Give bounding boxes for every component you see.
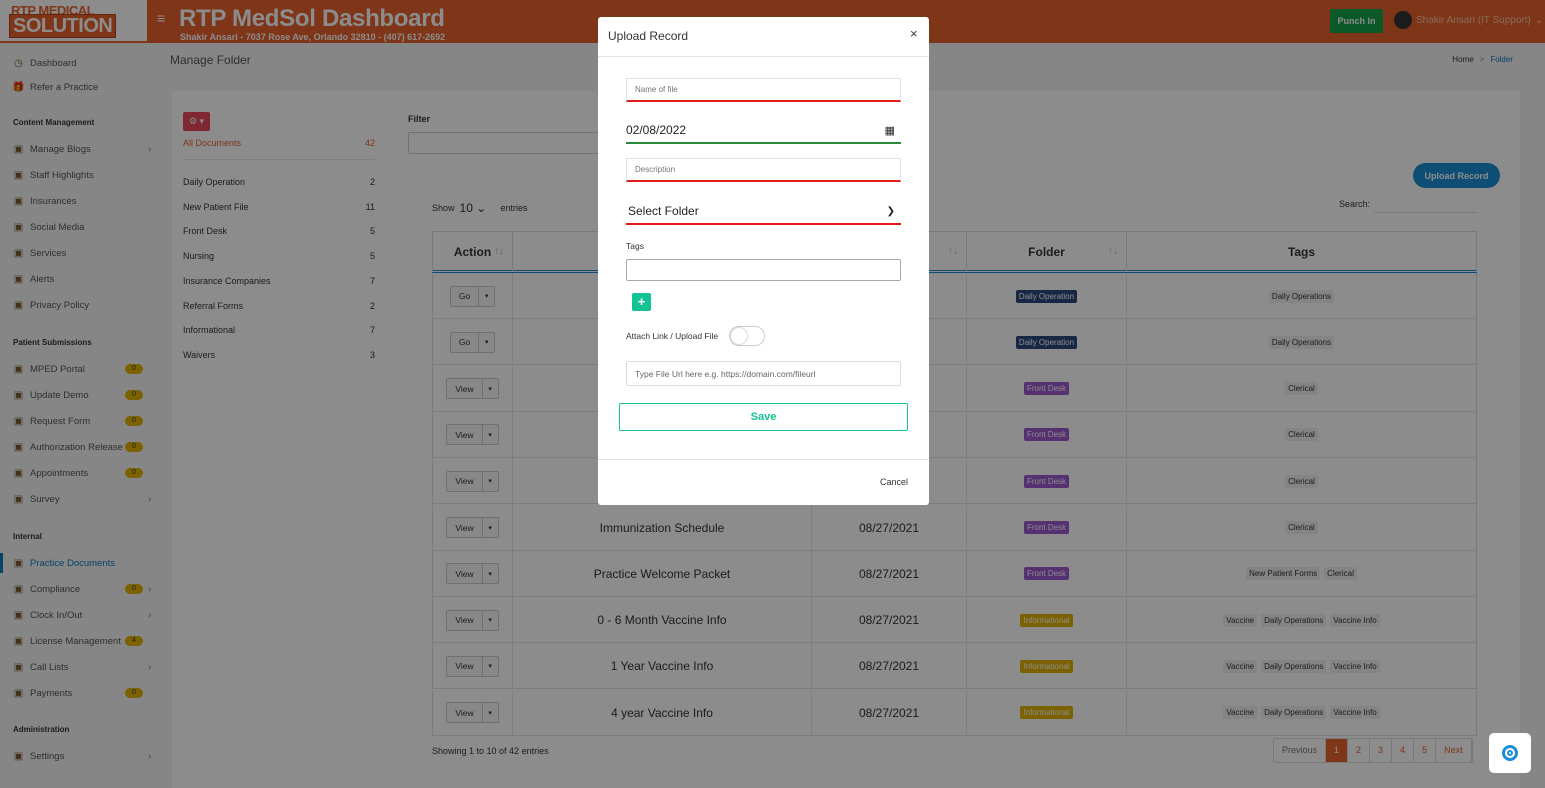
description-input[interactable] — [626, 158, 901, 182]
chevron-down-icon: ❯ — [886, 205, 895, 217]
add-tag-button[interactable]: + — [632, 293, 651, 311]
attach-label: Attach Link / Upload File — [626, 331, 719, 341]
modal-divider — [598, 459, 929, 460]
file-name-input[interactable] — [626, 78, 901, 102]
save-button[interactable]: Save — [619, 403, 908, 431]
lifebuoy-icon — [1502, 745, 1518, 761]
tags-label: Tags — [626, 241, 644, 251]
upload-record-modal: Upload Record × 02/08/2022 ▦ Select Fold… — [598, 17, 929, 505]
modal-header: Upload Record × — [598, 17, 929, 57]
help-button[interactable] — [1489, 733, 1531, 773]
calendar-icon[interactable]: ▦ — [885, 124, 895, 137]
close-icon[interactable]: × — [910, 26, 918, 41]
file-url-input[interactable]: Type File Url here e.g. https://domain.c… — [626, 361, 901, 386]
cancel-button[interactable]: Cancel — [880, 477, 908, 487]
attach-toggle[interactable] — [729, 326, 765, 346]
tags-input[interactable] — [626, 259, 901, 281]
modal-title: Upload Record — [608, 29, 689, 43]
date-input[interactable]: 02/08/2022 ▦ — [626, 118, 901, 144]
folder-select[interactable]: Select Folder ❯ — [626, 199, 901, 225]
